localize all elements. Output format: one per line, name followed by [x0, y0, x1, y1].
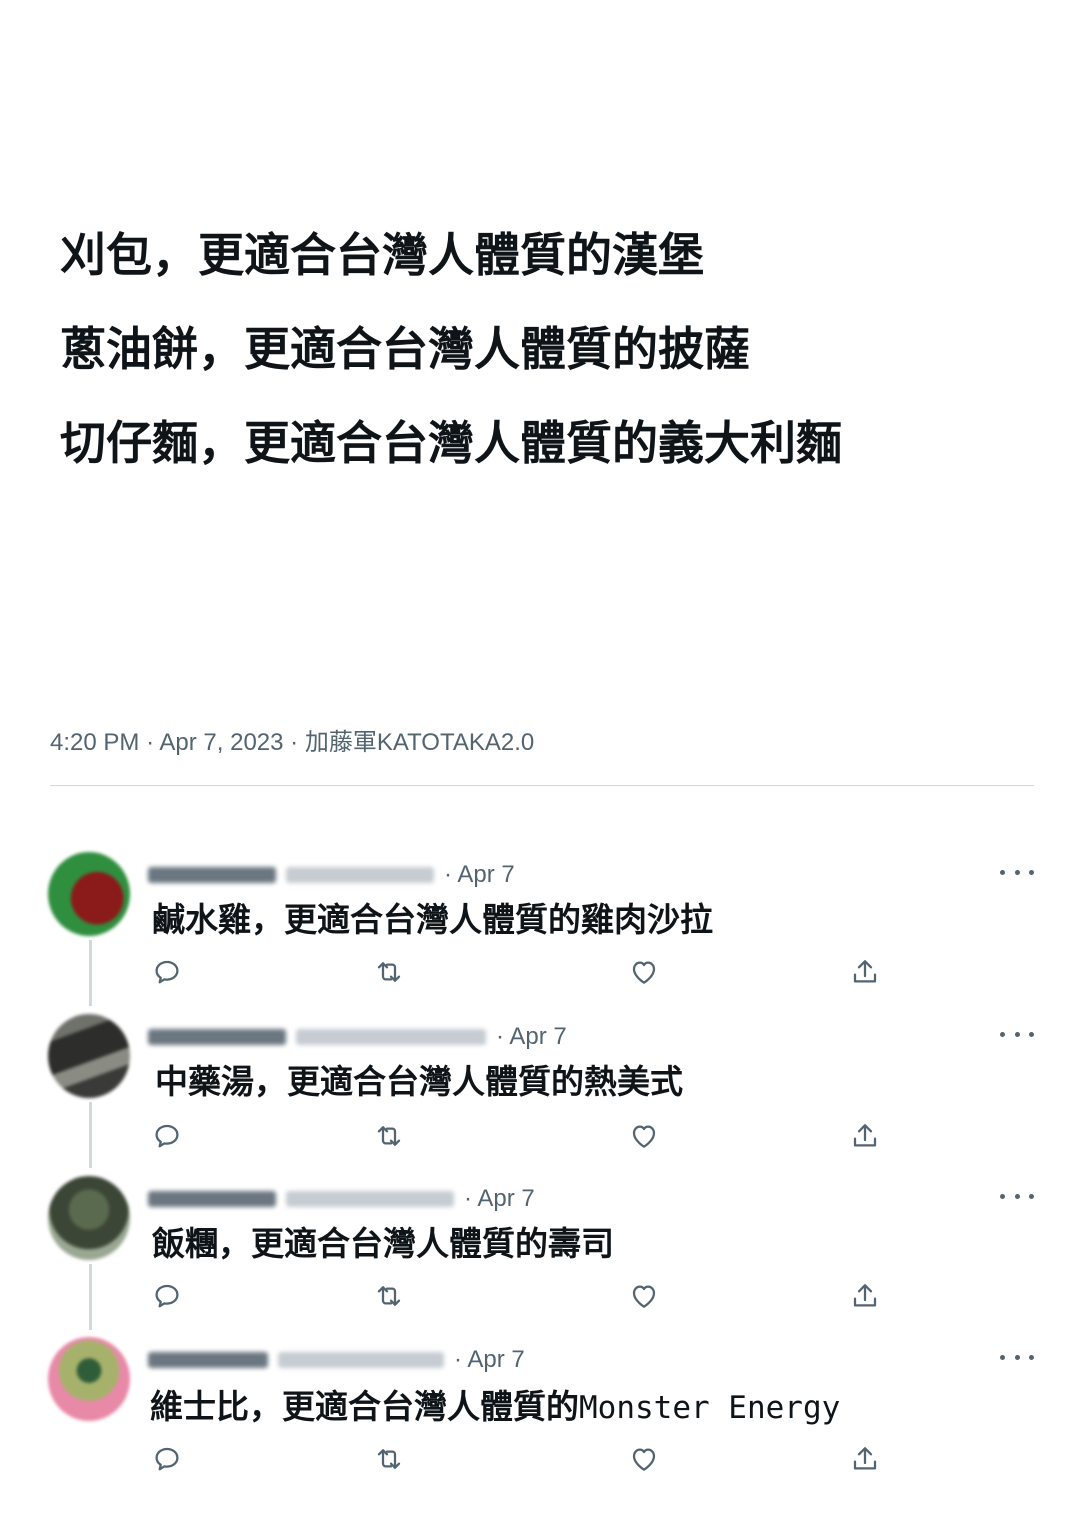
tweet-date[interactable]: Apr 7, 2023	[159, 729, 283, 756]
reply-date[interactable]: · Apr 7	[496, 1023, 567, 1051]
tweet-line-1: 刈包，更適合台灣人體質的漢堡	[60, 228, 704, 282]
divider	[50, 785, 1034, 786]
reply-text: 中藥湯，更適合台灣人體質的熱美式	[155, 1062, 683, 1101]
blurred-handle[interactable]	[296, 1029, 486, 1045]
reply-date[interactable]: · Apr 7	[454, 1346, 525, 1374]
reply-bubble-icon[interactable]	[151, 956, 183, 988]
share-upload-icon[interactable]	[849, 956, 881, 988]
reply-text-cjk: 維士比，更適合台灣人體質的	[150, 1387, 579, 1426]
blurred-display-name[interactable]	[148, 1029, 286, 1045]
reply-text-latin: Monster Energy	[579, 1390, 841, 1426]
blurred-handle[interactable]	[278, 1352, 444, 1368]
reply-header: · Apr 7	[148, 1184, 535, 1214]
reply-header: · Apr 7	[148, 1022, 567, 1052]
avatar[interactable]	[48, 1014, 130, 1098]
retweet-icon[interactable]	[373, 1443, 405, 1475]
blurred-handle[interactable]	[286, 867, 434, 883]
heart-icon[interactable]	[628, 1443, 660, 1475]
reply-tweet[interactable]: · Apr 7 鹹水雞，更適合台灣人體質的雞肉沙拉	[0, 852, 1084, 1014]
blurred-display-name[interactable]	[148, 867, 276, 883]
more-dots-icon[interactable]	[1000, 1190, 1034, 1202]
retweet-icon[interactable]	[373, 1280, 405, 1312]
reply-tweet[interactable]: · Apr 7 中藥湯，更適合台灣人體質的熱美式	[0, 1014, 1084, 1176]
reply-date[interactable]: · Apr 7	[464, 1185, 535, 1213]
tweet-meta: 4:20 PM · Apr 7, 2023 · 加藤軍KATOTAKA2.0	[50, 722, 534, 757]
reply-actions	[0, 1443, 1084, 1479]
reply-actions	[0, 1120, 1084, 1156]
reply-header: · Apr 7	[148, 860, 515, 890]
tweet-time[interactable]: 4:20 PM	[50, 729, 139, 756]
more-dots-icon[interactable]	[1000, 1351, 1034, 1363]
avatar[interactable]	[48, 1337, 130, 1421]
reply-text: 飯糰，更適合台灣人體質的壽司	[152, 1224, 614, 1263]
more-dots-icon[interactable]	[1000, 866, 1034, 878]
share-upload-icon[interactable]	[849, 1443, 881, 1475]
blurred-display-name[interactable]	[148, 1191, 276, 1207]
tweet-line-3: 切仔麵，更適合台灣人體質的義大利麵	[60, 416, 842, 470]
reply-bubble-icon[interactable]	[151, 1280, 183, 1312]
reply-bubble-icon[interactable]	[151, 1443, 183, 1475]
meta-separator: ·	[146, 729, 160, 756]
reply-tweet[interactable]: · Apr 7 維士比，更適合台灣人體質的Monster Energy	[0, 1337, 1084, 1499]
retweet-icon[interactable]	[373, 956, 405, 988]
reply-text: 鹹水雞，更適合台灣人體質的雞肉沙拉	[152, 900, 713, 939]
reply-actions	[0, 956, 1084, 992]
tweet-source[interactable]: 加藤軍KATOTAKA2.0	[305, 729, 534, 756]
reply-date[interactable]: · Apr 7	[444, 861, 515, 889]
blurred-display-name[interactable]	[148, 1352, 268, 1368]
retweet-icon[interactable]	[373, 1120, 405, 1152]
meta-separator: ·	[290, 729, 305, 756]
main-tweet: 刈包，更適合台灣人體質的漢堡 蔥油餅，更適合台灣人體質的披薩 切仔麵，更適合台灣…	[60, 208, 1060, 490]
reply-bubble-icon[interactable]	[151, 1120, 183, 1152]
reply-header: · Apr 7	[148, 1345, 525, 1375]
heart-icon[interactable]	[628, 956, 660, 988]
tweet-line-2: 蔥油餅，更適合台灣人體質的披薩	[60, 322, 750, 376]
share-upload-icon[interactable]	[849, 1120, 881, 1152]
heart-icon[interactable]	[628, 1120, 660, 1152]
more-dots-icon[interactable]	[1000, 1028, 1034, 1040]
avatar[interactable]	[48, 852, 130, 936]
heart-icon[interactable]	[628, 1280, 660, 1312]
avatar[interactable]	[48, 1176, 130, 1260]
share-upload-icon[interactable]	[849, 1280, 881, 1312]
reply-text: 維士比，更適合台灣人體質的Monster Energy	[150, 1385, 840, 1430]
blurred-handle[interactable]	[286, 1191, 454, 1207]
reply-tweet[interactable]: · Apr 7 飯糰，更適合台灣人體質的壽司	[0, 1176, 1084, 1338]
reply-actions	[0, 1280, 1084, 1316]
